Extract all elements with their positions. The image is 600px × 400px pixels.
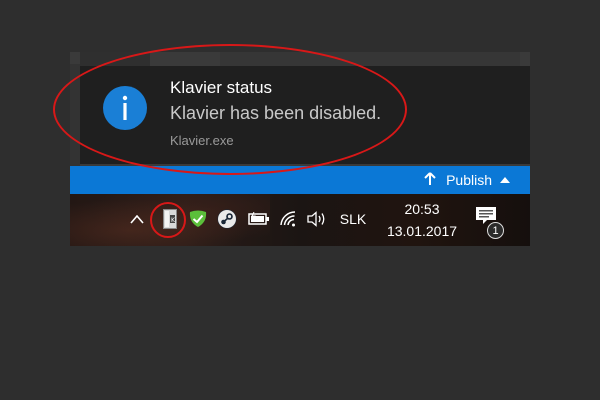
clock-date: 13.01.2017 xyxy=(386,223,458,239)
notification-source: Klavier.exe xyxy=(170,133,234,148)
chevron-up-icon[interactable] xyxy=(126,206,148,232)
wifi-icon[interactable] xyxy=(278,206,300,232)
notification-message: Klavier has been disabled. xyxy=(170,103,382,123)
publish-bar: Publish xyxy=(70,166,530,194)
language-indicator[interactable]: SLK xyxy=(336,206,370,232)
publish-button[interactable]: Publish xyxy=(424,166,510,194)
shield-check-icon[interactable] xyxy=(187,206,209,232)
caret-up-icon xyxy=(500,175,510,185)
volume-icon[interactable] xyxy=(306,206,328,232)
clock-time: 20:53 xyxy=(404,201,440,217)
steam-icon[interactable] xyxy=(216,206,238,232)
klavier-icon[interactable]: K xyxy=(161,206,179,232)
taskbar: K SLK 20:53 13.01.2017 1 xyxy=(70,194,530,246)
notification-toast[interactable]: Klavier status Klavier has been disabled… xyxy=(80,66,530,164)
info-icon xyxy=(103,86,147,130)
desktop: Klavier status Klavier has been disabled… xyxy=(0,0,600,400)
clock[interactable]: 20:53 13.01.2017 xyxy=(382,200,462,242)
notification-count-badge: 1 xyxy=(487,222,504,239)
action-center-button[interactable]: 1 xyxy=(475,206,505,239)
window-frame xyxy=(70,64,80,172)
arrow-up-icon xyxy=(424,171,436,189)
publish-label: Publish xyxy=(446,172,492,188)
battery-icon[interactable] xyxy=(247,206,271,232)
window-frame xyxy=(80,52,150,66)
window-frame xyxy=(220,52,520,66)
notification-title: Klavier status xyxy=(170,78,273,97)
